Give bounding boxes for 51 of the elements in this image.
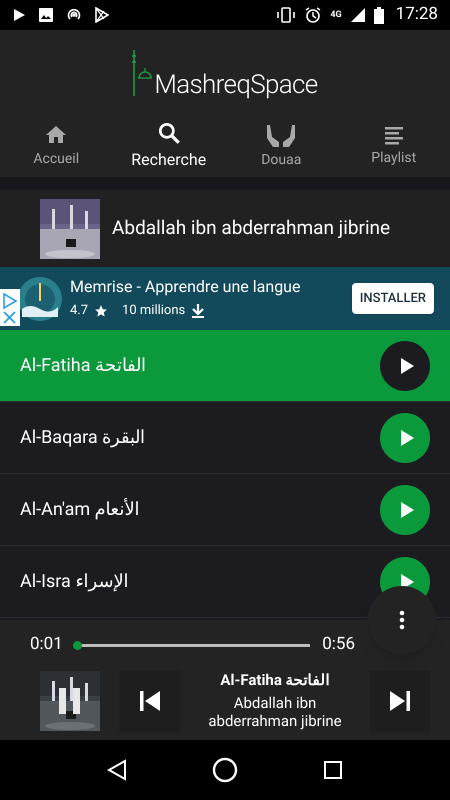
track-title: Al-Fatiha الفاتحة: [20, 354, 146, 378]
install-button[interactable]: INSTALLER: [352, 282, 434, 314]
play-icon: [399, 356, 415, 374]
track-row[interactable]: Al-Fatiha الفاتحة: [0, 330, 450, 402]
back-icon: [106, 759, 127, 781]
ad-title: Memrise - Apprendre une langue: [70, 276, 300, 297]
triangle-play-icon: [94, 7, 109, 23]
now-playing-title: Al-Fatiha الفاتحة: [220, 670, 330, 690]
skip-previous-icon: [139, 690, 161, 712]
nav-tab[interactable]: Recherche: [112, 115, 225, 177]
network-type: 4G: [330, 10, 342, 20]
app-logo: MashreqSpace: [154, 72, 318, 98]
progress-slider[interactable]: [74, 640, 310, 650]
clock-time: 17:28: [396, 3, 438, 26]
recents-button[interactable]: [323, 760, 344, 780]
battery-icon: [374, 6, 384, 24]
now-playing-artist: Abdallah ibn abderrahman jibrine: [207, 694, 343, 732]
play-icon: [399, 428, 415, 446]
elapsed-time: 0:01: [30, 633, 63, 656]
ad-rating: 4.7: [70, 302, 88, 320]
pause-icon: [57, 687, 83, 715]
alarm-icon: [304, 6, 322, 24]
play-button[interactable]: [380, 484, 430, 534]
star-icon: [94, 304, 108, 318]
nav-tab[interactable]: Accueil: [0, 115, 112, 177]
ad-choices-icon[interactable]: [0, 289, 20, 326]
image-icon: [38, 7, 54, 23]
track-title: Al-An'am الأنعام: [20, 497, 140, 522]
duration-time: 0:56: [322, 633, 355, 656]
nav-tab[interactable]: Douaa: [225, 115, 338, 177]
progress-thumb[interactable]: [73, 640, 82, 650]
artist-name: Abdallah ibn abderrahman jibrine: [112, 215, 390, 242]
home-button[interactable]: [212, 757, 238, 783]
nav-tab[interactable]: Playlist: [338, 115, 450, 177]
more-icon: [399, 610, 405, 630]
recents-icon: [323, 760, 344, 780]
signal-icon: [350, 7, 366, 23]
back-button[interactable]: [106, 759, 127, 781]
ad-downloads: 10 millions: [122, 302, 186, 320]
track-title: Al-Baqara البقرة: [20, 426, 146, 450]
play-button[interactable]: [380, 412, 430, 462]
play-pause-button[interactable]: [40, 671, 100, 731]
home-circle-icon: [212, 757, 238, 783]
play-icon: [399, 500, 415, 518]
vibrate-icon: [276, 7, 296, 23]
play-button[interactable]: [380, 340, 430, 390]
mosque-logo-icon: [132, 48, 154, 98]
track-title: Al-Isra الإسراء: [20, 570, 128, 594]
skip-next-icon: [389, 690, 411, 712]
download-icon: [191, 302, 206, 318]
play-icon: [12, 8, 26, 22]
